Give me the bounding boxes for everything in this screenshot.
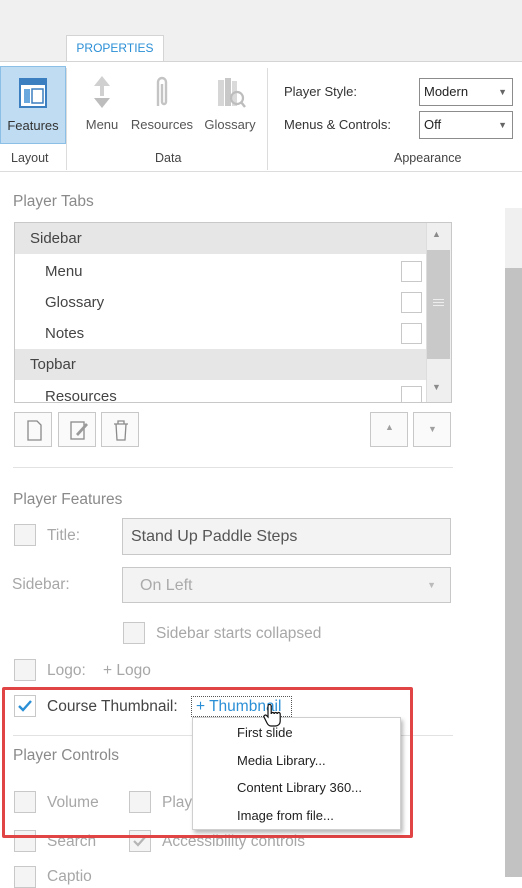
group-label-appearance: Appearance [394,151,462,165]
player-style-value: Modern [424,84,469,99]
tab-properties[interactable]: PROPERTIES [66,35,164,62]
sidebar-label: Sidebar: [12,576,70,593]
resources-button[interactable]: Resources [128,66,196,144]
chevron-up-icon[interactable]: ▲ [432,229,441,239]
captions-label: Captio [47,868,92,885]
group-label-layout: Layout [11,151,49,165]
list-item[interactable]: Topbar [15,349,436,380]
row-checkbox[interactable] [401,292,422,313]
menus-controls-select[interactable]: Off ▼ [419,111,513,139]
new-tab-button[interactable] [14,412,52,447]
chevron-down-icon[interactable]: ▼ [432,382,441,392]
row-checkbox[interactable] [401,261,422,282]
list-item[interactable]: Sidebar [15,223,436,254]
features-layout-icon [19,78,47,108]
delete-tab-button[interactable] [101,412,139,447]
thumbnail-menu: First slide Media Library... Content Lib… [192,717,401,830]
new-page-icon [27,420,42,441]
title-label: Title: [47,527,81,544]
list-item-label: Menu [45,263,83,280]
paperclip-icon [156,76,168,106]
player-features-heading: Player Features [13,491,123,508]
features-label: Features [7,118,59,133]
list-item-label: Notes [45,325,85,342]
title-input[interactable]: Stand Up Paddle Steps [122,518,451,555]
player-style-select[interactable]: Modern ▼ [419,78,513,106]
group-label-data: Data [155,151,182,165]
sidebar-select[interactable]: On Left ▼ [122,567,451,603]
panel-scrollbar-thumb[interactable] [505,268,522,877]
chevron-down-icon: ▼ [427,580,436,590]
edit-tab-button[interactable] [58,412,96,447]
sidebar-value: On Left [140,577,193,594]
player-style-label: Player Style: [284,84,357,99]
add-logo-link[interactable]: + Logo [103,662,151,680]
chevron-down-icon: ▼ [498,87,507,97]
list-item-label: Sidebar [30,230,82,247]
glossary-book-icon [218,78,246,108]
menus-controls-value: Off [424,117,442,132]
menu-button[interactable]: Menu [80,66,124,144]
edit-icon [70,421,88,440]
logo-label: Logo: [47,662,86,679]
title-checkbox[interactable] [14,524,36,546]
captions-checkbox[interactable] [14,866,36,888]
list-item-label: Topbar [30,356,76,373]
glossary-label: Glossary [204,117,256,132]
hand-cursor-icon [263,704,281,727]
section-divider [13,467,453,468]
group-separator [66,68,67,170]
list-scrollbar-thumb[interactable] [427,250,450,359]
menu-item-content-library[interactable]: Content Library 360... [237,780,362,795]
logo-checkbox[interactable] [14,659,36,681]
triangle-down-icon: ▼ [428,424,437,434]
move-up-button[interactable]: ▲ [370,412,408,447]
resources-label: Resources [130,117,194,132]
list-item[interactable]: Notes [15,318,436,349]
sidebar-collapsed-checkbox[interactable] [123,622,145,644]
list-item[interactable]: Resources [15,381,436,403]
row-checkbox[interactable] [401,386,422,402]
list-item-label: Glossary [45,294,105,311]
menu-label: Menu [85,117,119,132]
chevron-down-icon: ▼ [498,120,507,130]
move-down-button[interactable]: ▼ [413,412,451,447]
sidebar-collapsed-label: Sidebar starts collapsed [156,625,322,642]
player-tabs-heading: Player Tabs [13,193,94,210]
group-separator [267,68,268,170]
list-item[interactable]: Glossary [15,287,436,318]
menu-item-media-library[interactable]: Media Library... [237,753,326,768]
glossary-button[interactable]: Glossary [200,66,260,144]
player-tabs-list: Sidebar Menu Glossary Notes Topbar Resou… [14,222,452,403]
list-item[interactable]: Menu [15,256,436,287]
triangle-up-icon: ▲ [385,422,394,432]
row-checkbox[interactable] [401,323,422,344]
menus-controls-label: Menus & Controls: [284,117,391,132]
menu-item-image-from-file[interactable]: Image from file... [237,808,334,823]
list-item-label: Resources [45,388,117,403]
trash-icon [114,420,128,441]
features-button[interactable]: Features [0,66,66,144]
menu-icon [94,76,110,108]
